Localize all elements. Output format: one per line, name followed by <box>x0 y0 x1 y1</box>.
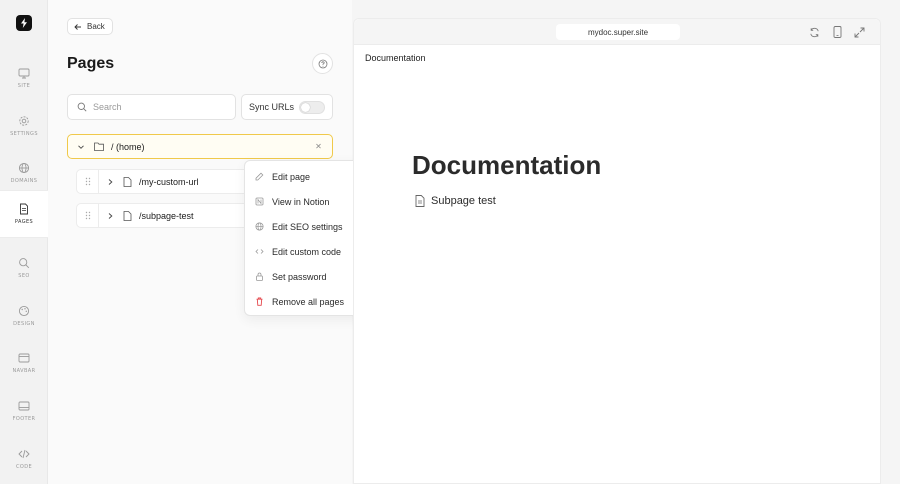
folder-icon <box>94 142 104 151</box>
page-icon <box>20 203 28 215</box>
preview-subpage-link[interactable]: Subpage test <box>415 195 496 207</box>
sidebar-item-label: SITE <box>17 83 31 89</box>
back-button[interactable]: Back <box>67 18 113 35</box>
code-icon <box>255 247 264 256</box>
help-button[interactable] <box>312 53 333 74</box>
sidebar-item-site[interactable]: SITE <box>0 54 48 102</box>
sidebar-item-label: CODE <box>15 464 33 470</box>
logo-icon[interactable] <box>16 15 32 31</box>
search-input[interactable] <box>93 102 223 112</box>
tree-item[interactable]: /subpage-test <box>76 203 256 228</box>
tree-item-label: /subpage-test <box>139 210 194 221</box>
sidebar: SITE SETTINGS DOMAINS PAGES SEO DESIGN N… <box>0 0 48 484</box>
chevron-right-icon[interactable] <box>107 212 114 220</box>
preview-url[interactable]: mydoc.super.site <box>556 24 680 40</box>
sidebar-item-label: NAVBAR <box>12 368 36 374</box>
tree-item-label: / (home) <box>111 141 145 152</box>
sidebar-item-code[interactable]: CODE <box>0 435 48 483</box>
sidebar-item-pages[interactable]: PAGES <box>0 190 48 238</box>
file-icon <box>123 210 132 221</box>
file-icon <box>123 176 132 187</box>
drag-handle-icon[interactable] <box>77 170 99 193</box>
refresh-icon[interactable] <box>808 26 820 38</box>
close-icon[interactable]: ✕ <box>312 140 325 153</box>
palette-icon <box>18 305 30 317</box>
sidebar-item-label: FOOTER <box>12 416 36 422</box>
footer-icon <box>18 401 30 411</box>
search-icon <box>19 258 30 269</box>
trash-icon <box>255 297 264 306</box>
navbar-icon <box>18 353 30 363</box>
sidebar-item-design[interactable]: DESIGN <box>0 292 48 340</box>
back-label: Back <box>87 22 105 31</box>
sidebar-item-label: DESIGN <box>13 321 35 327</box>
sidebar-item-settings[interactable]: SETTINGS <box>0 102 48 150</box>
chevron-down-icon[interactable] <box>77 143 85 151</box>
expand-icon[interactable] <box>853 26 865 38</box>
menu-item-label: Edit page <box>272 171 311 182</box>
sidebar-item-seo[interactable]: SEO <box>0 244 48 292</box>
chevron-right-icon[interactable] <box>107 178 114 186</box>
monitor-icon <box>18 68 30 79</box>
site-preview: mydoc.super.site Documentation Documenta… <box>353 18 881 484</box>
menu-item-label: Remove all pages <box>272 296 345 307</box>
sidebar-item-label: SEO <box>18 273 30 279</box>
sidebar-item-label: DOMAINS <box>10 178 38 184</box>
lock-icon <box>255 272 264 281</box>
globe-icon <box>255 222 264 231</box>
file-icon <box>415 195 425 207</box>
drag-handle-icon[interactable] <box>77 204 99 227</box>
preview-page-title: Documentation <box>412 150 602 180</box>
tree-item[interactable]: /my-custom-url <box>76 169 256 194</box>
tree-item-label: /my-custom-url <box>139 176 199 187</box>
code-icon <box>18 449 30 459</box>
sync-urls-control: Sync URLs <box>241 94 333 120</box>
page-title: Pages <box>67 55 115 72</box>
mobile-icon[interactable] <box>831 26 843 38</box>
gear-icon <box>19 116 29 126</box>
preview-subpage-label: Subpage test <box>431 195 496 207</box>
search-icon <box>77 102 87 112</box>
search-box[interactable] <box>67 94 236 120</box>
notion-icon <box>255 197 264 206</box>
menu-item-label: View in Notion <box>272 196 330 207</box>
arrow-left-icon <box>74 23 81 30</box>
sidebar-item-footer[interactable]: FOOTER <box>0 387 48 435</box>
edit-icon <box>255 172 264 181</box>
sidebar-item-navbar[interactable]: NAVBAR <box>0 339 48 387</box>
sidebar-item-label: PAGES <box>14 219 34 225</box>
sync-urls-label: Sync URLs <box>249 102 295 112</box>
help-icon <box>318 59 327 68</box>
preview-toolbar: mydoc.super.site <box>354 19 880 45</box>
menu-item-label: Edit custom code <box>272 246 342 257</box>
sync-urls-toggle[interactable] <box>299 100 326 114</box>
menu-item-label: Set password <box>272 271 327 282</box>
preview-breadcrumb[interactable]: Documentation <box>365 53 426 63</box>
menu-item-label: Edit SEO settings <box>272 221 343 232</box>
sidebar-item-label: SETTINGS <box>10 131 38 137</box>
globe-icon <box>18 162 30 174</box>
tree-item-home[interactable]: / (home) ✕ <box>67 134 333 159</box>
